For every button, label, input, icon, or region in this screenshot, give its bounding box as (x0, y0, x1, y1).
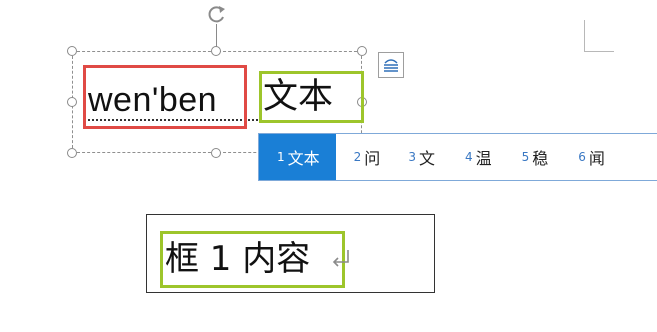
layout-options-icon[interactable] (378, 52, 404, 78)
candidate-text: 温 (475, 149, 492, 168)
candidate-number: 5 (521, 150, 530, 164)
ime-candidate-5[interactable]: 5 稳 (502, 134, 559, 180)
candidate-number: 2 (353, 150, 362, 164)
textbox-2-highlight-box (160, 231, 345, 288)
candidate-number: 4 (464, 150, 473, 164)
candidate-text: 问 (364, 149, 381, 168)
candidate-text: 稳 (532, 149, 549, 168)
candidate-text: 文本 (287, 149, 320, 168)
resize-handle-top-right[interactable] (357, 46, 367, 56)
ime-candidate-bar: 1 文本 2 问 3 文 4 温 5 稳 6 闻 (258, 133, 657, 181)
resize-handle-top-middle[interactable] (211, 46, 221, 56)
ime-candidate-3[interactable]: 3 文 (390, 134, 445, 180)
ime-candidate-1[interactable]: 1 文本 (259, 134, 336, 180)
pinyin-highlight-box (83, 65, 247, 129)
candidate-number: 1 (277, 150, 285, 164)
ime-candidate-2[interactable]: 2 问 (336, 134, 391, 180)
ime-candidate-6[interactable]: 6 闻 (558, 134, 615, 180)
resize-handle-middle-left[interactable] (67, 97, 77, 107)
candidate-text: 文 (418, 149, 435, 168)
preview-highlight-box (259, 71, 364, 123)
paragraph-return-icon (332, 250, 349, 267)
resize-handle-bottom-middle[interactable] (211, 148, 221, 158)
resize-handle-bottom-left[interactable] (67, 148, 77, 158)
resize-handle-top-left[interactable] (67, 46, 77, 56)
candidate-text: 闻 (588, 149, 605, 168)
candidate-number: 3 (408, 150, 416, 164)
ime-candidate-4[interactable]: 4 温 (445, 134, 502, 180)
candidate-number: 6 (578, 150, 586, 164)
rotate-arrow-icon[interactable] (205, 2, 229, 26)
page-margin-corner-mark (584, 20, 614, 52)
